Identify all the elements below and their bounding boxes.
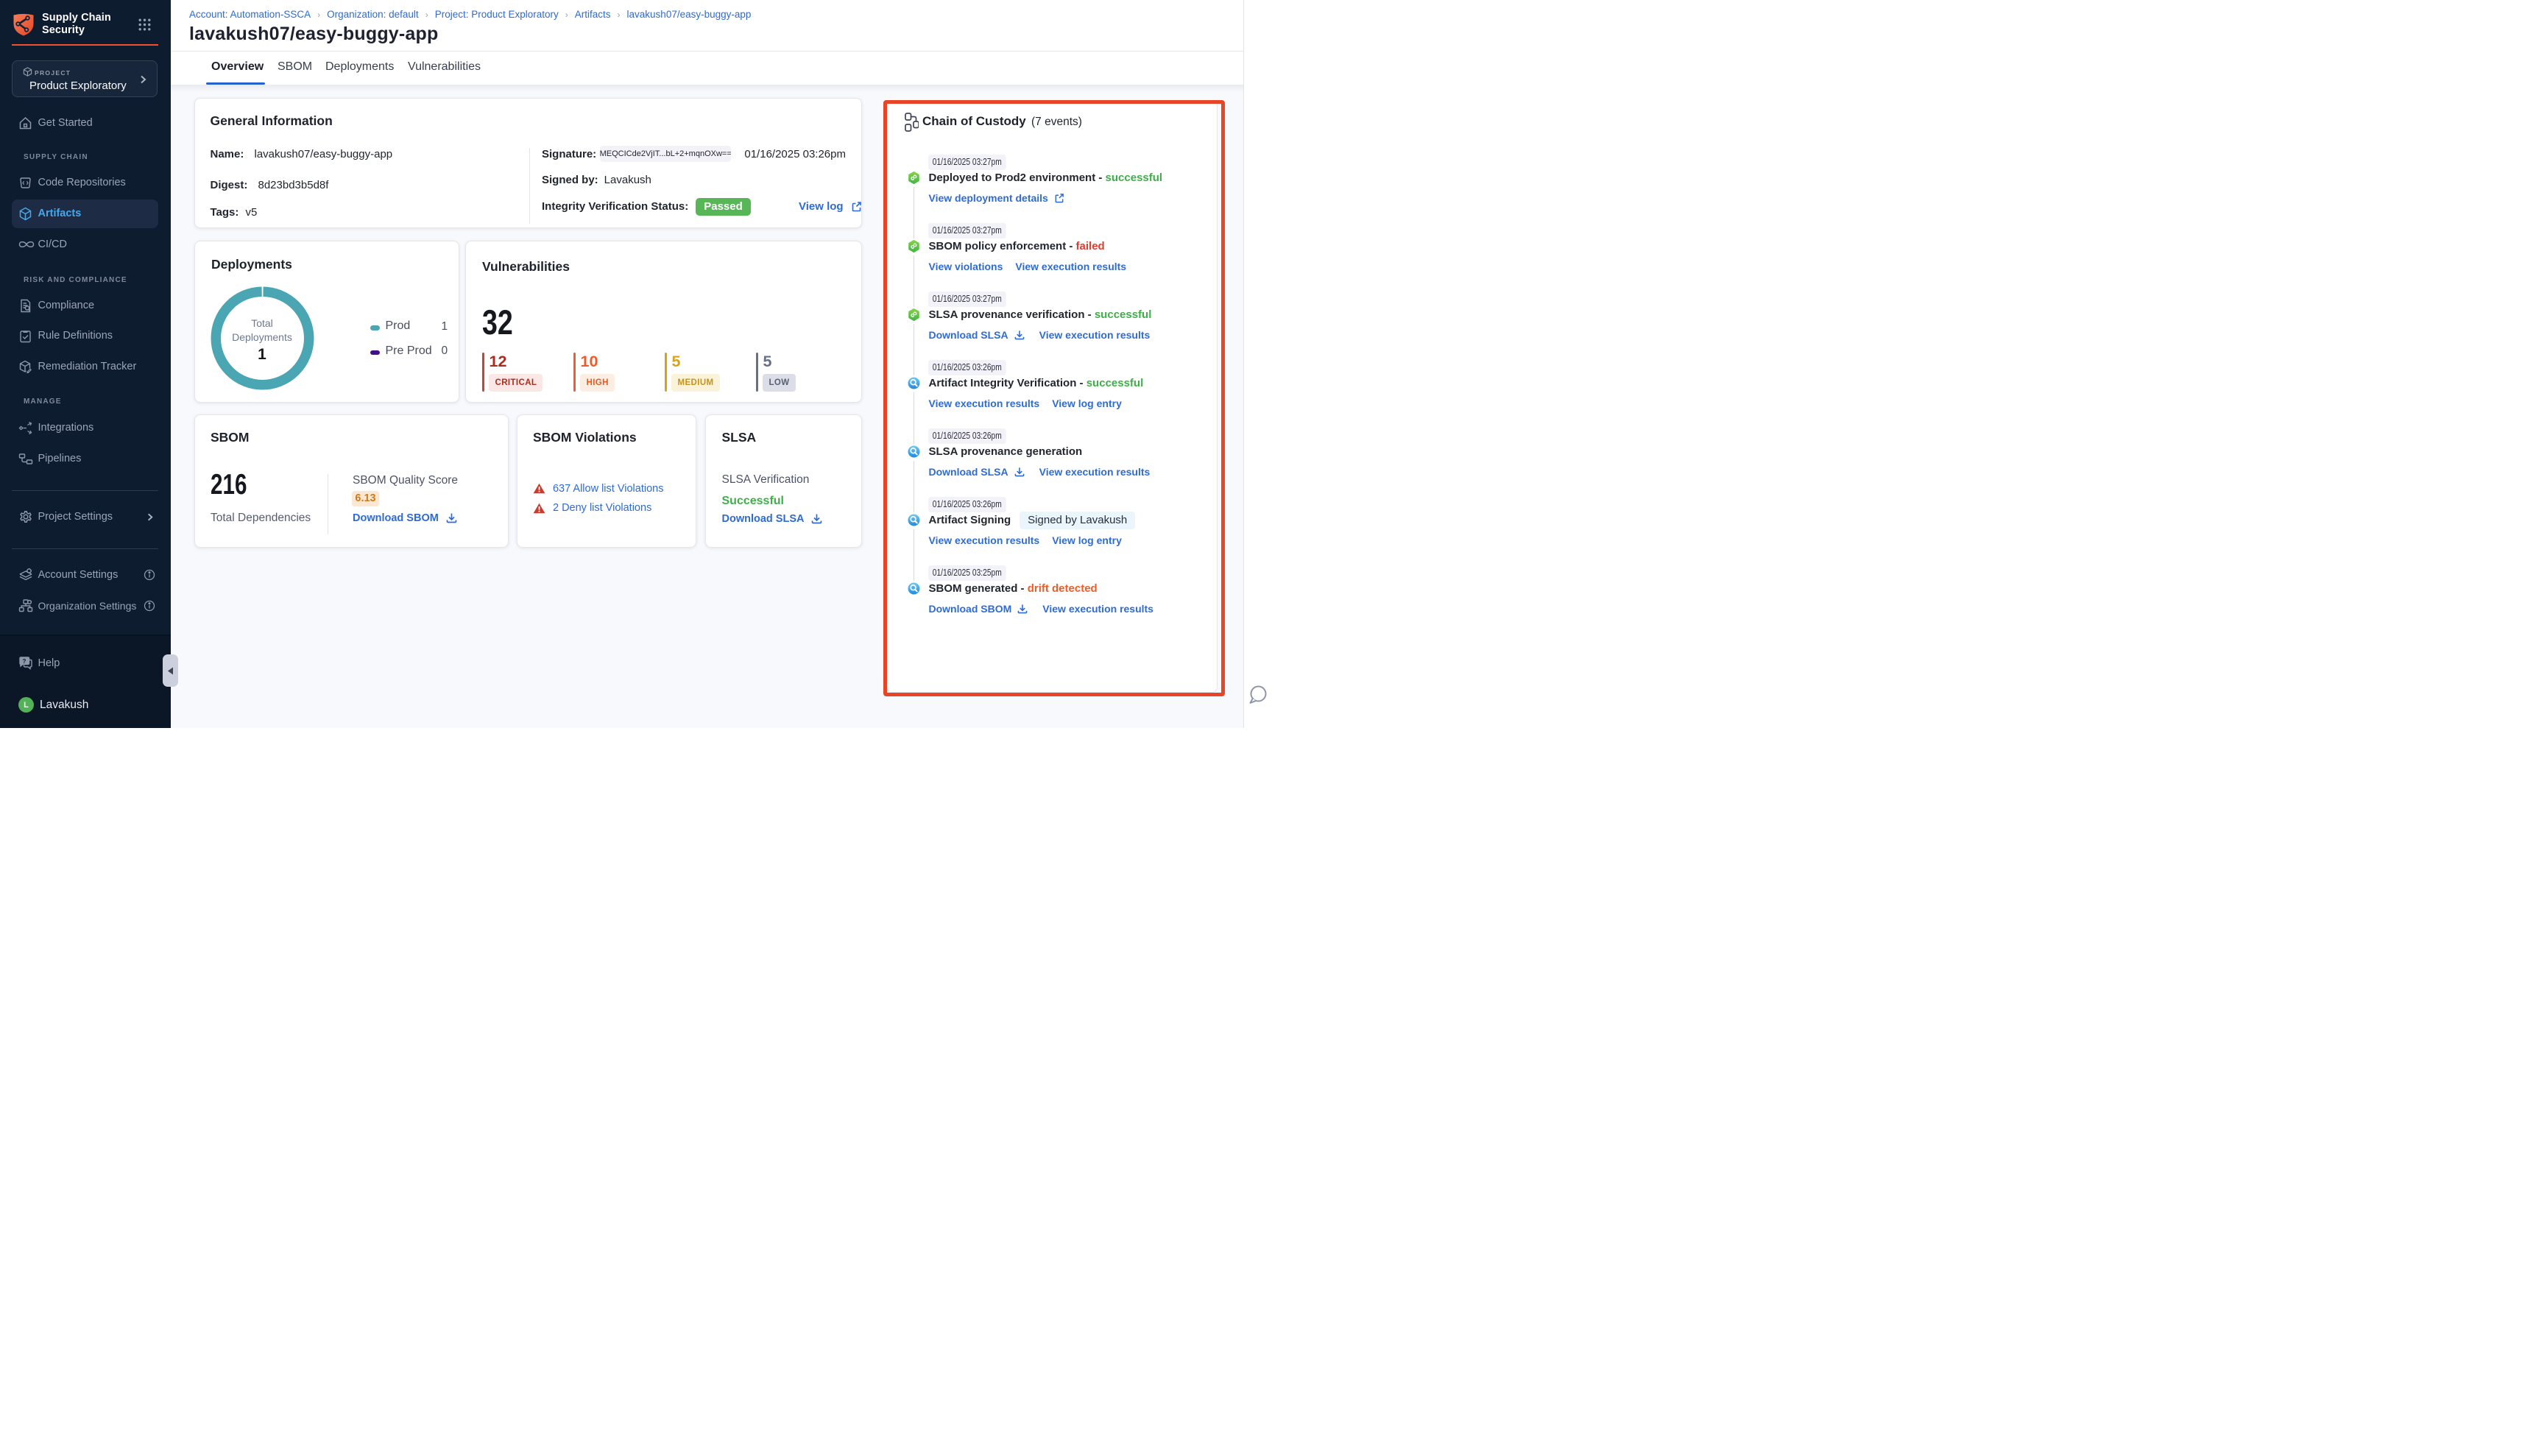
svg-text:?: ?: [23, 658, 26, 665]
